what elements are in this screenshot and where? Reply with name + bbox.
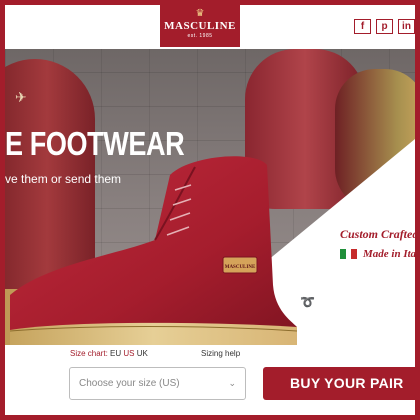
custom-crafted-text: Custom Crafted bbox=[340, 227, 415, 241]
airplane-icon: ✈ bbox=[15, 89, 27, 105]
size-chart-label: Size chart: bbox=[70, 349, 108, 358]
size-select-placeholder: Choose your size (US) bbox=[79, 378, 180, 389]
page-frame: ♛ MASCULINE est. 1985 f p in ✈ E FOOTWEA… bbox=[0, 0, 420, 420]
size-chart-row: Size chart: EU US UK bbox=[70, 349, 148, 358]
shoe-label-text: MASCULINE bbox=[225, 265, 256, 270]
facebook-icon[interactable]: f bbox=[354, 19, 371, 34]
brand-logo[interactable]: ♛ MASCULINE est. 1985 bbox=[160, 5, 240, 47]
scribble-arrow-icon: ➰ bbox=[300, 295, 315, 309]
brand-name: MASCULINE bbox=[164, 20, 236, 32]
size-option-uk[interactable]: UK bbox=[137, 349, 148, 358]
top-bar: ♛ MASCULINE est. 1985 f p in bbox=[5, 5, 415, 49]
made-in-italy-row: Made in Italy bbox=[340, 248, 415, 260]
crown-icon: ♛ bbox=[195, 8, 205, 19]
chevron-down-icon: ⌄ bbox=[228, 378, 236, 388]
size-select[interactable]: Choose your size (US) ⌄ bbox=[69, 367, 246, 400]
made-in-italy-text: Made in Italy bbox=[363, 248, 415, 260]
product-shoe-image: MASCULINE bbox=[9, 156, 298, 345]
size-option-us[interactable]: US bbox=[123, 349, 134, 358]
buy-button[interactable]: BUY YOUR PAIR bbox=[263, 367, 415, 400]
italy-flag-icon bbox=[340, 249, 358, 259]
size-option-eu[interactable]: EU bbox=[110, 349, 121, 358]
instagram-icon[interactable]: in bbox=[398, 19, 415, 34]
pinterest-icon[interactable]: p bbox=[376, 19, 393, 34]
social-links: f p in bbox=[354, 19, 415, 34]
brand-est: est. 1985 bbox=[187, 33, 213, 39]
sizing-help-link[interactable]: Sizing help bbox=[201, 349, 240, 358]
custom-crafted-badge: Custom Crafted Made in Italy bbox=[340, 227, 415, 260]
hero-banner: ✈ E FOOTWEAR ve them or send them MASCUL… bbox=[5, 49, 415, 345]
